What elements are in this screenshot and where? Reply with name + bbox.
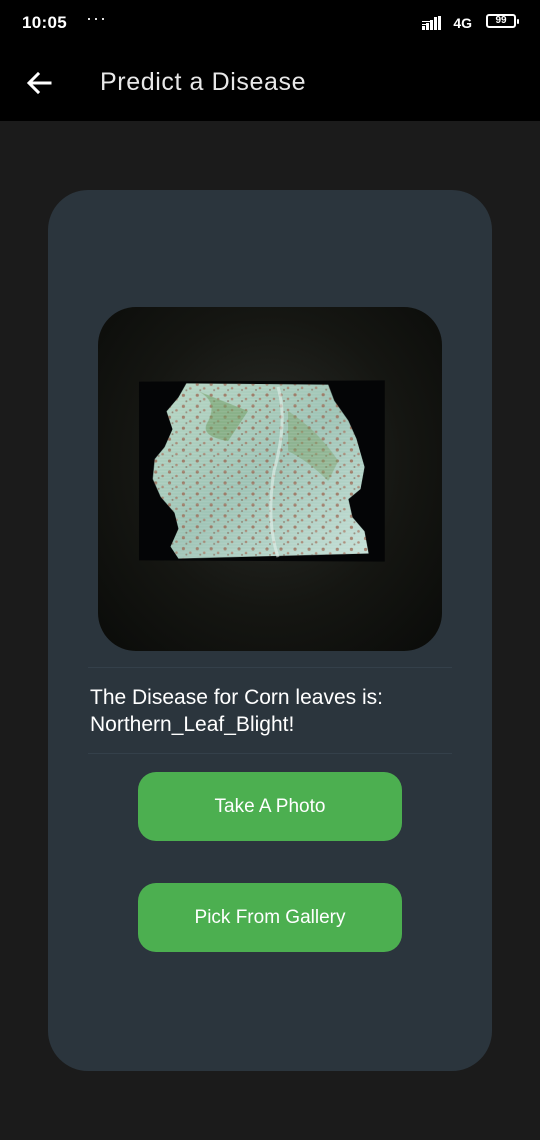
- divider-bottom: [88, 753, 452, 754]
- arrow-left-icon: [26, 71, 52, 95]
- signal-icon: [422, 16, 441, 30]
- status-bar: 10:05 ··· 4G 99: [0, 0, 540, 44]
- battery-icon: 99: [486, 14, 519, 28]
- result-line-1: The Disease for Corn leaves is:: [90, 686, 383, 709]
- network-type-label: 4G: [453, 15, 472, 31]
- divider-top: [88, 667, 452, 668]
- prediction-result: The Disease for Corn leaves is: Northern…: [90, 684, 450, 738]
- pick-from-gallery-button[interactable]: Pick From Gallery: [138, 883, 402, 952]
- status-icons: 4G 99: [396, 13, 519, 33]
- corn-leaf-image: [152, 382, 369, 560]
- notification-dots: ···: [86, 8, 107, 28]
- battery-level: 99: [495, 15, 507, 26]
- leaf-image-preview: [98, 307, 442, 651]
- status-time: 10:05: [22, 13, 67, 32]
- leaf-photo: [138, 380, 385, 562]
- back-button[interactable]: [20, 64, 58, 102]
- take-photo-button[interactable]: Take A Photo: [138, 772, 402, 841]
- result-line-2: Northern_Leaf_Blight!: [90, 713, 295, 736]
- app-bar: Predict a Disease: [0, 44, 540, 121]
- prediction-card: The Disease for Corn leaves is: Northern…: [48, 190, 492, 1071]
- page-title: Predict a Disease: [100, 68, 307, 96]
